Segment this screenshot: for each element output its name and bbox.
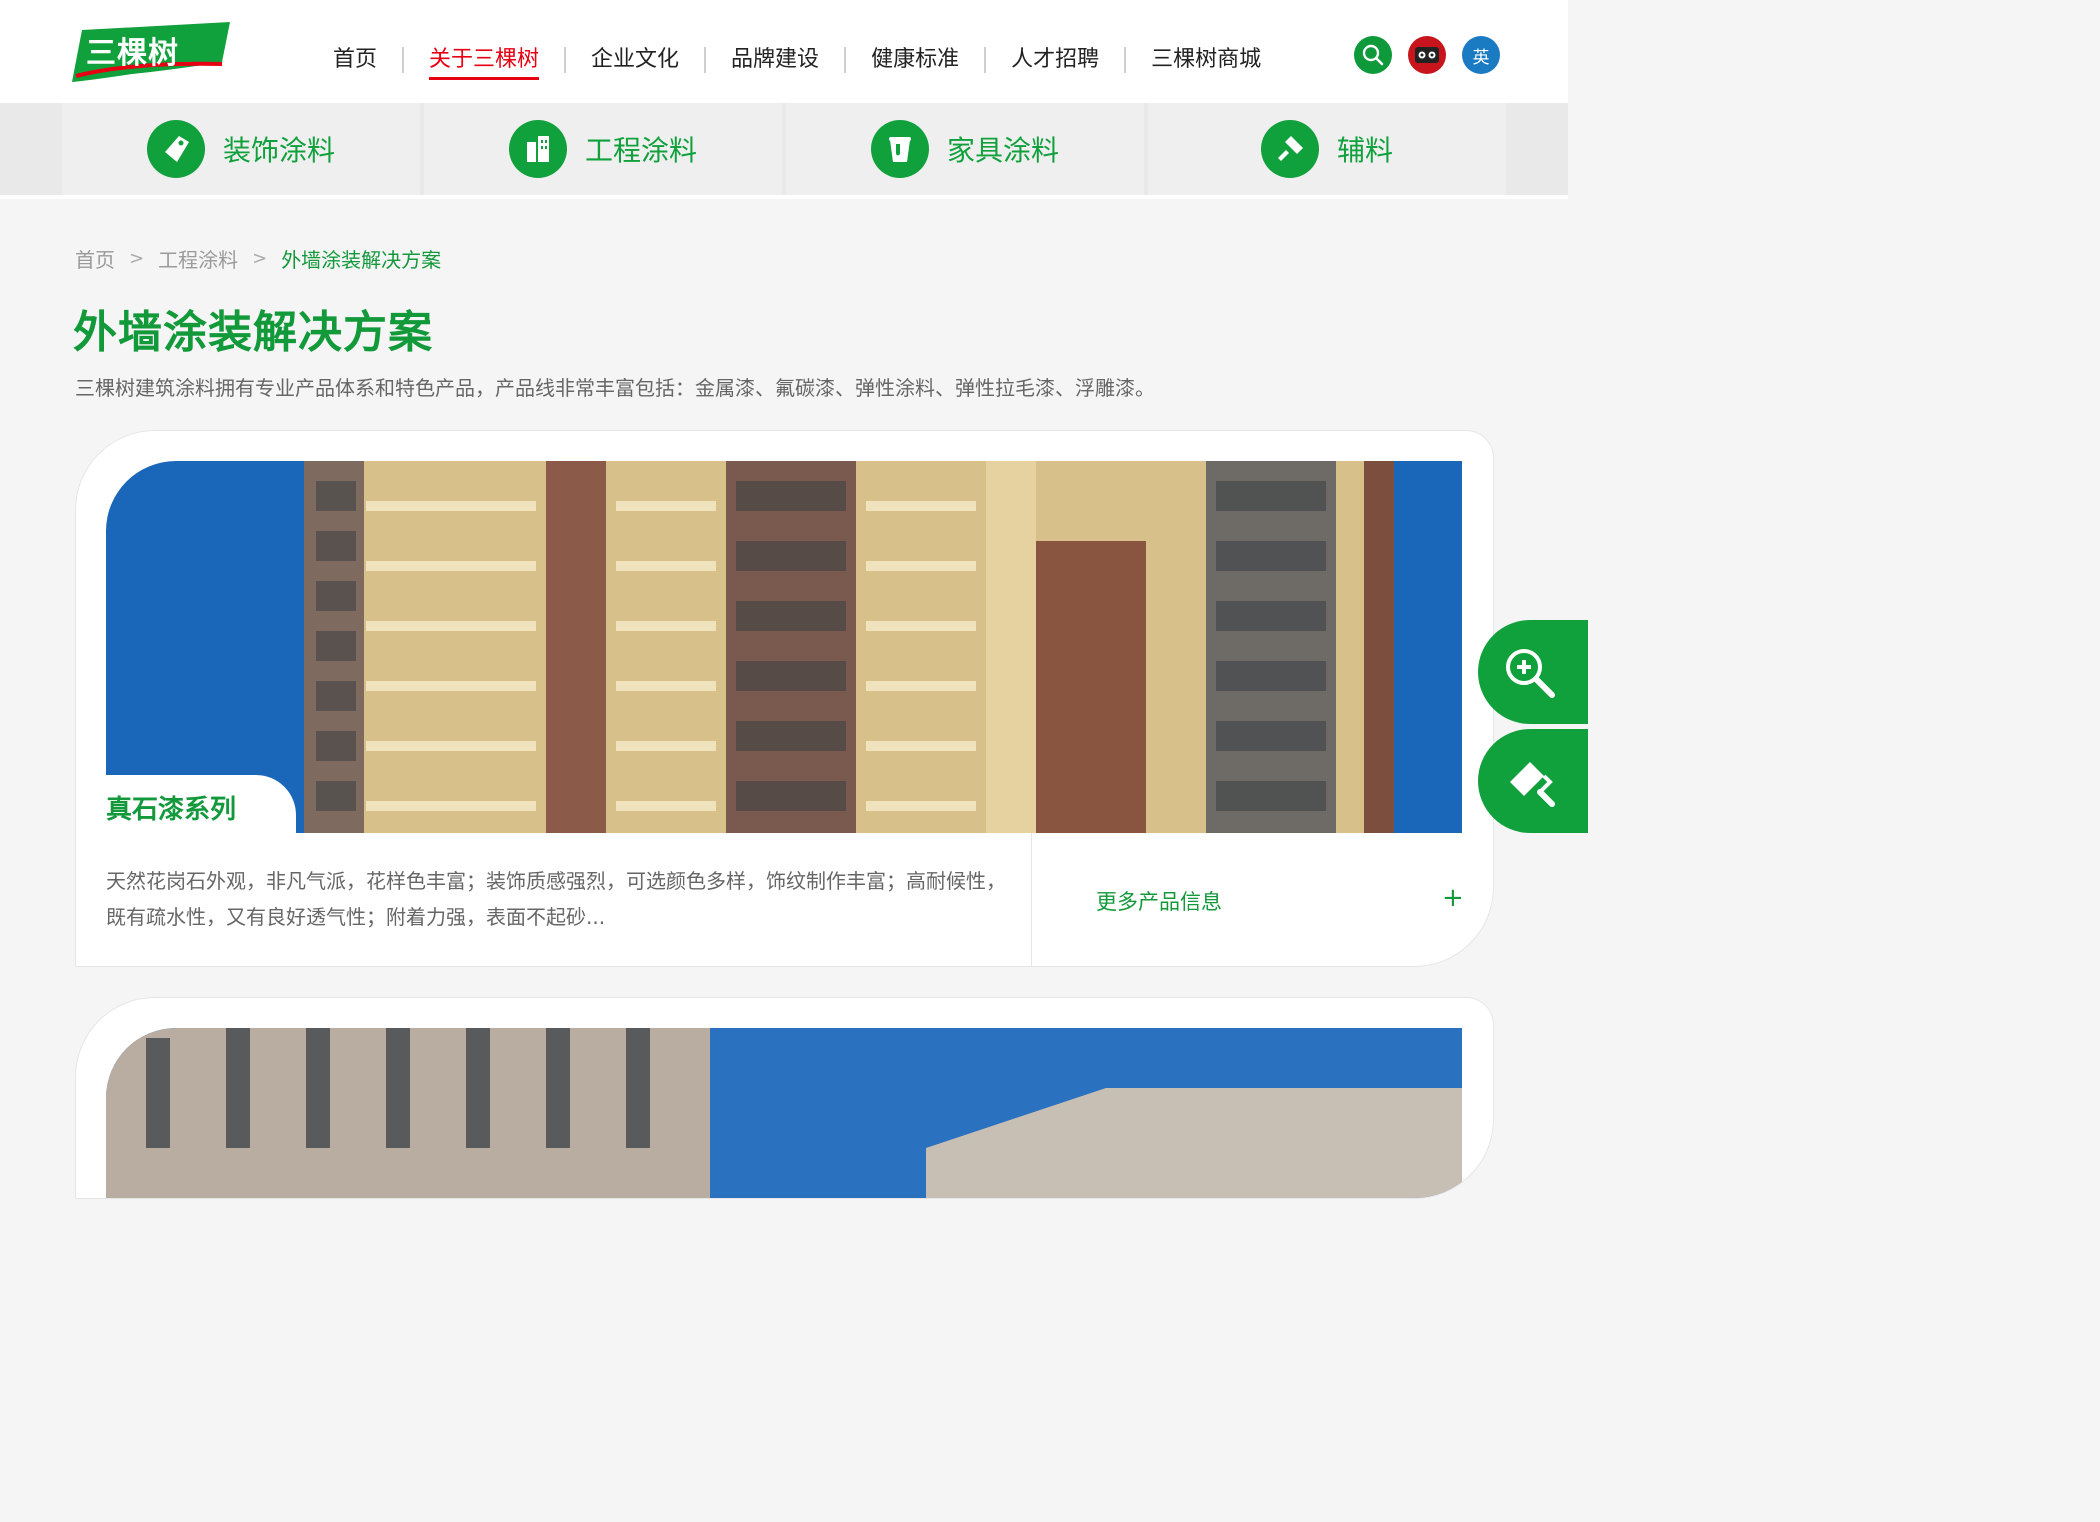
category-label: 工程涂料 — [584, 134, 697, 167]
series-tag: 真石漆系列 — [106, 775, 296, 833]
tool-icon — [1260, 120, 1319, 178]
plus-icon[interactable]: + — [1442, 883, 1464, 913]
search-icon — [1362, 44, 1384, 66]
breadcrumb-home[interactable]: 首页 — [75, 244, 115, 273]
category-engineering[interactable]: 工程涂料 — [424, 103, 782, 195]
nav-item-mall[interactable]: 三棵树商城 — [1126, 40, 1286, 80]
nav-item-careers[interactable]: 人才招聘 — [986, 40, 1124, 80]
category-label: 家具涂料 — [946, 134, 1059, 167]
page-title: 外墙涂装解决方案 — [73, 307, 433, 358]
category-bar: 装饰涂料 工程涂料 家具涂料 辅料 — [0, 103, 1568, 199]
search-button[interactable] — [1354, 36, 1392, 74]
building-icon — [508, 120, 567, 178]
main-nav: 首页 关于三棵树 企业文化 品牌建设 健康标准 人才招聘 三棵树商城 — [308, 40, 1286, 80]
language-toggle[interactable]: 英 — [1462, 36, 1500, 74]
brush-tag-icon — [146, 120, 205, 178]
category-decorative[interactable]: 装饰涂料 — [62, 103, 420, 195]
nav-item-culture[interactable]: 企业文化 — [566, 40, 704, 80]
paint-bucket-icon — [870, 120, 929, 178]
nav-item-brand[interactable]: 品牌建设 — [706, 40, 844, 80]
category-accessories[interactable]: 辅料 — [1148, 103, 1506, 195]
nav-item-home[interactable]: 首页 — [308, 40, 402, 80]
breadcrumb-current: 外墙涂装解决方案 — [281, 248, 442, 272]
breadcrumb-engineering[interactable]: 工程涂料 — [158, 244, 238, 273]
category-label: 装饰涂料 — [222, 134, 335, 167]
zoom-button[interactable] — [1478, 620, 1588, 724]
breadcrumb: 首页 > 工程涂料 > 外墙涂装解决方案 — [75, 244, 441, 273]
product-description: 天然花岗石外观，非凡气派，花样色丰富；装饰质感强烈，可选颜色多样，饰纹制作丰富；… — [106, 869, 1006, 929]
logo-text: 三棵树 — [86, 36, 179, 71]
more-info-link[interactable]: 更多产品信息 — [1096, 886, 1222, 916]
breadcrumb-separator: > — [252, 248, 268, 269]
series-title: 真石漆系列 — [106, 795, 237, 825]
card-divider — [1031, 833, 1032, 966]
nav-item-about[interactable]: 关于三棵树 — [404, 40, 564, 80]
tmall-icon — [1415, 47, 1439, 63]
paint-roller-icon — [1510, 762, 1555, 807]
site-header: 三棵树 首页 关于三棵树 企业文化 品牌建设 健康标准 人才招聘 三棵树商城 英 — [0, 0, 1568, 103]
page-description: 三棵树建筑涂料拥有专业产品体系和特色产品，产品线非常丰富包括：金属漆、氟碳漆、弹… — [75, 376, 1155, 400]
category-furniture[interactable]: 家具涂料 — [786, 103, 1144, 195]
tmall-button[interactable] — [1408, 36, 1446, 74]
category-label: 辅料 — [1336, 134, 1393, 167]
zoom-in-icon — [1506, 649, 1555, 698]
product-photo: 真石漆系列 — [106, 461, 1462, 833]
nav-item-health[interactable]: 健康标准 — [846, 40, 984, 80]
product-card — [75, 997, 1494, 1199]
product-card: 真石漆系列 天然花岗石外观，非凡气派，花样色丰富；装饰质感强烈，可选颜色多样，饰… — [75, 430, 1494, 967]
paint-roller-button[interactable] — [1478, 729, 1588, 833]
product-photo — [106, 1028, 1462, 1198]
breadcrumb-separator: > — [129, 248, 145, 269]
